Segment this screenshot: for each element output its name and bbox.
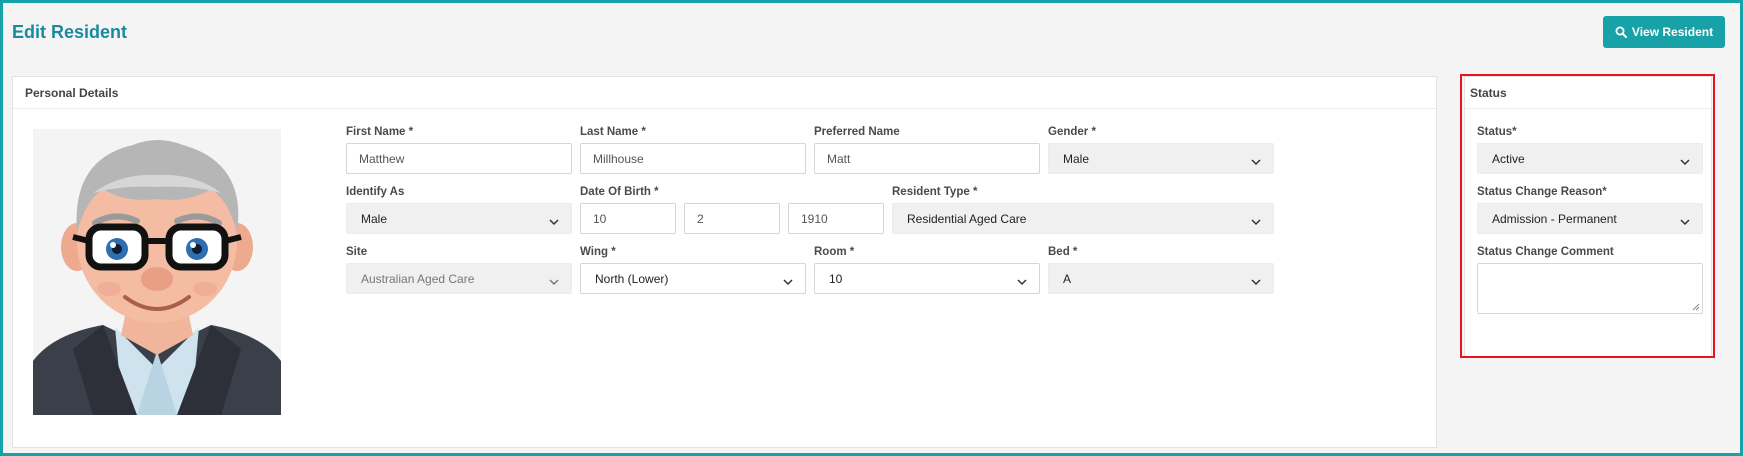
preferred-name-input[interactable]: Matt: [814, 143, 1040, 174]
status-label: Status*: [1477, 126, 1517, 138]
last-name-label: Last Name *: [580, 126, 646, 138]
resident-type-value: Residential Aged Care: [907, 211, 1027, 226]
status-value: Active: [1492, 151, 1525, 166]
chevron-down-icon: [1251, 278, 1261, 285]
site-label: Site: [346, 246, 368, 258]
preferred-name-label: Preferred Name: [814, 126, 900, 138]
status-select[interactable]: Active: [1477, 143, 1703, 174]
resident-avatar-image: [33, 129, 281, 415]
room-select[interactable]: 10: [814, 263, 1040, 294]
bed-value: A: [1063, 271, 1072, 286]
chevron-down-icon: [549, 278, 559, 285]
wing-value: North (Lower): [595, 271, 669, 286]
dob-year-input[interactable]: 1910: [788, 203, 884, 234]
identify-as-label: Identify As: [346, 186, 405, 198]
view-resident-label: View Resident: [1631, 25, 1714, 39]
gender-label: Gender *: [1048, 126, 1096, 138]
identify-as-select[interactable]: Male: [346, 203, 572, 234]
view-resident-button[interactable]: View Resident: [1603, 16, 1725, 48]
last-name-input[interactable]: Millhouse: [580, 143, 806, 174]
resident-avatar: [33, 129, 281, 415]
chevron-down-icon: [549, 218, 559, 225]
identify-as-value: Male: [361, 211, 388, 226]
chevron-down-icon: [1017, 278, 1027, 285]
gender-value: Male: [1063, 151, 1090, 166]
resident-type-label: Resident Type *: [892, 186, 978, 198]
site-value: Australian Aged Care: [361, 271, 475, 286]
bed-select[interactable]: A: [1048, 263, 1274, 294]
personal-details-card: Personal Details First Name * Last Name …: [12, 76, 1437, 448]
chevron-down-icon: [1680, 218, 1690, 225]
dob-label: Date Of Birth *: [580, 186, 659, 198]
wing-label: Wing *: [580, 246, 616, 258]
status-change-reason-select[interactable]: Admission - Permanent: [1477, 203, 1703, 234]
first-name-label: First Name *: [346, 126, 414, 138]
dob-day-input[interactable]: 10: [580, 203, 676, 234]
gender-select[interactable]: Male: [1048, 143, 1274, 174]
personal-details-header: Personal Details: [13, 77, 1436, 109]
dob-month-input[interactable]: 2: [684, 203, 780, 234]
status-change-comment-label: Status Change Comment: [1477, 246, 1614, 258]
resize-grip-icon[interactable]: [1692, 303, 1700, 311]
status-change-comment-textarea[interactable]: [1477, 263, 1703, 314]
status-header: Status: [1465, 77, 1711, 109]
site-select[interactable]: Australian Aged Care: [346, 263, 572, 294]
first-name-input[interactable]: Matthew: [346, 143, 572, 174]
status-card: Status Status* Active Status Change Reas…: [1464, 76, 1712, 357]
room-value: 10: [829, 271, 843, 286]
search-icon: [1615, 26, 1627, 38]
chevron-down-icon: [783, 278, 793, 285]
wing-select[interactable]: North (Lower): [580, 263, 806, 294]
room-label: Room *: [814, 246, 855, 258]
page-title: Edit Resident: [12, 22, 128, 42]
status-change-reason-label: Status Change Reason*: [1477, 186, 1607, 198]
bed-label: Bed *: [1048, 246, 1078, 258]
resident-type-select[interactable]: Residential Aged Care: [892, 203, 1274, 234]
chevron-down-icon: [1251, 158, 1261, 165]
chevron-down-icon: [1251, 218, 1261, 225]
status-change-reason-value: Admission - Permanent: [1492, 211, 1617, 226]
chevron-down-icon: [1680, 158, 1690, 165]
